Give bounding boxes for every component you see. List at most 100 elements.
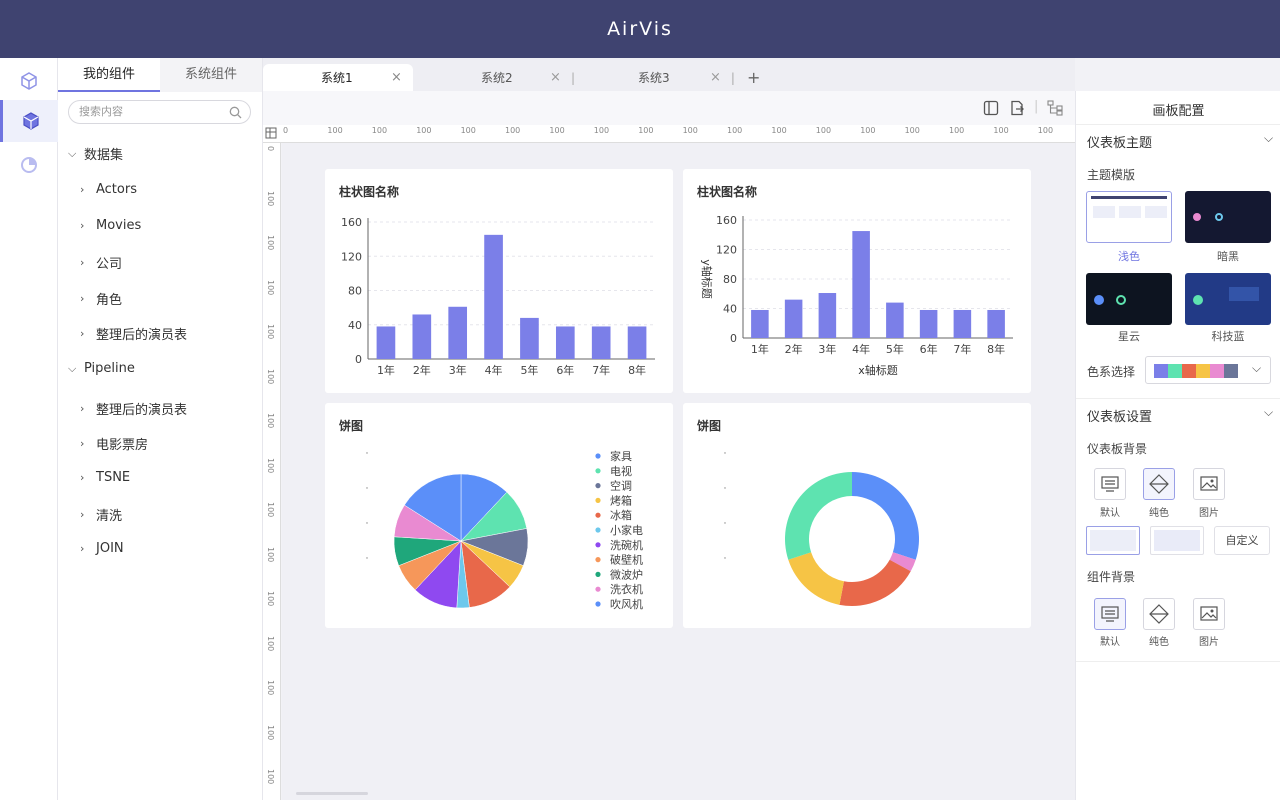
bar xyxy=(627,326,647,359)
search-icon[interactable] xyxy=(229,106,242,119)
horizontal-ruler: 0 100 100 100 100 100 100 100 100 100 100 100 100 100… xyxy=(263,125,1075,143)
bg-solid-button[interactable] xyxy=(1143,468,1175,500)
tree-item[interactable]: › 角色 xyxy=(80,289,122,308)
theme-label: 星云 xyxy=(1118,330,1140,343)
ruler-label: 100 xyxy=(815,126,832,135)
tree-item[interactable]: › 整理后的演员表 xyxy=(80,399,187,418)
bg-default-button[interactable] xyxy=(1094,468,1126,500)
rail-chart-pie-icon[interactable] xyxy=(0,144,58,186)
tree-item[interactable]: › TSNE xyxy=(80,470,130,485)
y-tick-label: 80 xyxy=(348,285,362,298)
theme-thumb-tech-blue[interactable] xyxy=(1185,273,1271,325)
tree-item[interactable]: › 公司 xyxy=(80,253,122,272)
ruler-corner-icon xyxy=(265,127,277,139)
tree-item[interactable]: › 电影票房 xyxy=(80,434,148,453)
palette-swatch xyxy=(1224,364,1238,378)
palette-swatch xyxy=(1154,364,1168,378)
x-axis-title: x轴标题 xyxy=(858,363,898,377)
bar-chart-card-2[interactable]: 柱状图名称 0 40 80 120 160 1年 2年 3年 4年 5年 6年 7年 8年 x轴标题 y轴标… xyxy=(683,169,1031,393)
y-tick-label: 120 xyxy=(716,244,737,257)
rail-cube-outline-icon[interactable] xyxy=(0,60,58,102)
app-title: AirVis xyxy=(607,18,673,40)
tab-system-1[interactable]: 系统1 × xyxy=(263,64,413,91)
section-theme[interactable]: 仪表板主题 xyxy=(1087,132,1152,151)
ruler-label: 100 xyxy=(416,126,432,135)
palette-swatch xyxy=(1196,364,1210,378)
section-settings[interactable]: 仪表板设置 xyxy=(1087,406,1152,425)
tab-system-2[interactable]: 系统2 × | xyxy=(413,64,575,91)
chevron-right-icon: › xyxy=(80,402,85,415)
legend-marker xyxy=(595,468,601,474)
divider xyxy=(1076,661,1280,662)
chevron-right-icon: › xyxy=(80,471,85,484)
x-tick-label: 6年 xyxy=(920,342,938,356)
legend-label: 破壁机 xyxy=(610,553,643,567)
legend-marker xyxy=(595,483,601,489)
tree-group-label: 数据集 xyxy=(84,148,124,163)
axis-dot xyxy=(366,557,368,559)
pie-chart-card[interactable]: 饼图 家具 电视 空调 烤箱 冰箱 小家电 洗碗机 破壁机 微波炉 洗衣机 吹风机 xyxy=(325,403,673,628)
chevron-down-icon[interactable]: ⌵ xyxy=(1264,405,1273,420)
hierarchy-icon[interactable] xyxy=(1047,100,1063,116)
add-tab-button[interactable]: + xyxy=(747,64,767,91)
chevron-right-icon: › xyxy=(80,542,85,555)
close-icon[interactable]: × xyxy=(550,70,561,85)
tree-item[interactable]: › Actors xyxy=(80,182,137,197)
horizontal-scrollbar[interactable] xyxy=(296,792,368,795)
close-icon[interactable]: × xyxy=(710,70,721,85)
board-config-panel: 画板配置 仪表板主题 ⌵ 主题模版 浅色 暗黑 星云 科技蓝 色系选择 ⌵ 仪表… xyxy=(1075,91,1280,800)
legend-marker xyxy=(595,601,601,607)
tree-item[interactable]: › Movies xyxy=(80,218,141,233)
tab-my-components[interactable]: 我的组件 xyxy=(58,58,160,92)
ruler-label: 100 xyxy=(904,126,920,135)
canvas-tabs: 系统1 × 系统2 × | 系统3 × | + xyxy=(263,58,1075,91)
tab-label: 系统3 xyxy=(638,71,670,85)
monitor-icon xyxy=(1101,606,1119,622)
bar xyxy=(751,309,769,338)
ruler-label: 100 xyxy=(549,126,565,135)
export-icon[interactable] xyxy=(1009,100,1025,116)
pie-slice xyxy=(839,559,911,606)
bar xyxy=(818,293,837,338)
tree-item[interactable]: › JOIN xyxy=(80,541,124,556)
theme-thumb-light[interactable] xyxy=(1086,191,1172,243)
bar-chart-card[interactable]: 柱状图名称 0 40 80 120 160 1年 2年 3年 4年 5年 6年 7年 8年 xyxy=(325,169,673,393)
palette-swatches xyxy=(1154,364,1238,378)
bg-color-swatch[interactable] xyxy=(1150,526,1204,555)
tree-item[interactable]: › 整理后的演员表 xyxy=(80,324,187,343)
bg-label: 仪表板背景 xyxy=(1087,442,1148,456)
search-input[interactable]: 搜索内容 xyxy=(68,100,251,124)
option-label: 图片 xyxy=(1199,637,1219,648)
theme-thumb-nebula[interactable] xyxy=(1086,273,1172,325)
bg-color-swatch-selected[interactable] xyxy=(1086,526,1140,555)
tree-group-datasets[interactable]: ⌵ 数据集 xyxy=(68,144,124,164)
comp-bg-image-button[interactable] xyxy=(1193,598,1225,630)
custom-color-button[interactable]: 自定义 xyxy=(1214,526,1270,555)
chevron-right-icon: › xyxy=(80,327,85,340)
theme-label: 暗黑 xyxy=(1217,250,1239,263)
tab-system-components[interactable]: 系统组件 xyxy=(160,58,262,92)
y-tick-label: 40 xyxy=(348,319,362,332)
ruler-label: 100 xyxy=(949,126,965,135)
tree-group-pipeline[interactable]: ⌵ Pipeline xyxy=(68,361,135,376)
theme-thumb-dark[interactable] xyxy=(1185,191,1271,243)
y-tick-label: 40 xyxy=(723,303,737,316)
donut-chart-card[interactable]: 饼图 xyxy=(683,403,1031,628)
x-tick-label: 6年 xyxy=(556,363,574,377)
bg-image-button[interactable] xyxy=(1193,468,1225,500)
chevron-down-icon[interactable]: ⌵ xyxy=(1264,131,1273,146)
tree-item-label: JOIN xyxy=(96,541,124,556)
palette-select[interactable]: ⌵ xyxy=(1145,356,1271,384)
comp-bg-default-button[interactable] xyxy=(1094,598,1126,630)
legend-label: 小家电 xyxy=(610,523,643,537)
comp-bg-solid-button[interactable] xyxy=(1143,598,1175,630)
tree-item[interactable]: › 清洗 xyxy=(80,505,122,524)
ruler-label: 100 xyxy=(266,324,275,340)
x-tick-label: 7年 xyxy=(592,363,610,377)
rail-cube-icon[interactable] xyxy=(0,100,58,142)
palette-swatch xyxy=(1182,364,1196,378)
layout-icon[interactable] xyxy=(983,100,999,116)
ruler-label: 100 xyxy=(266,724,275,740)
tab-system-3[interactable]: 系统3 × | xyxy=(575,64,735,91)
close-icon[interactable]: × xyxy=(391,70,402,85)
